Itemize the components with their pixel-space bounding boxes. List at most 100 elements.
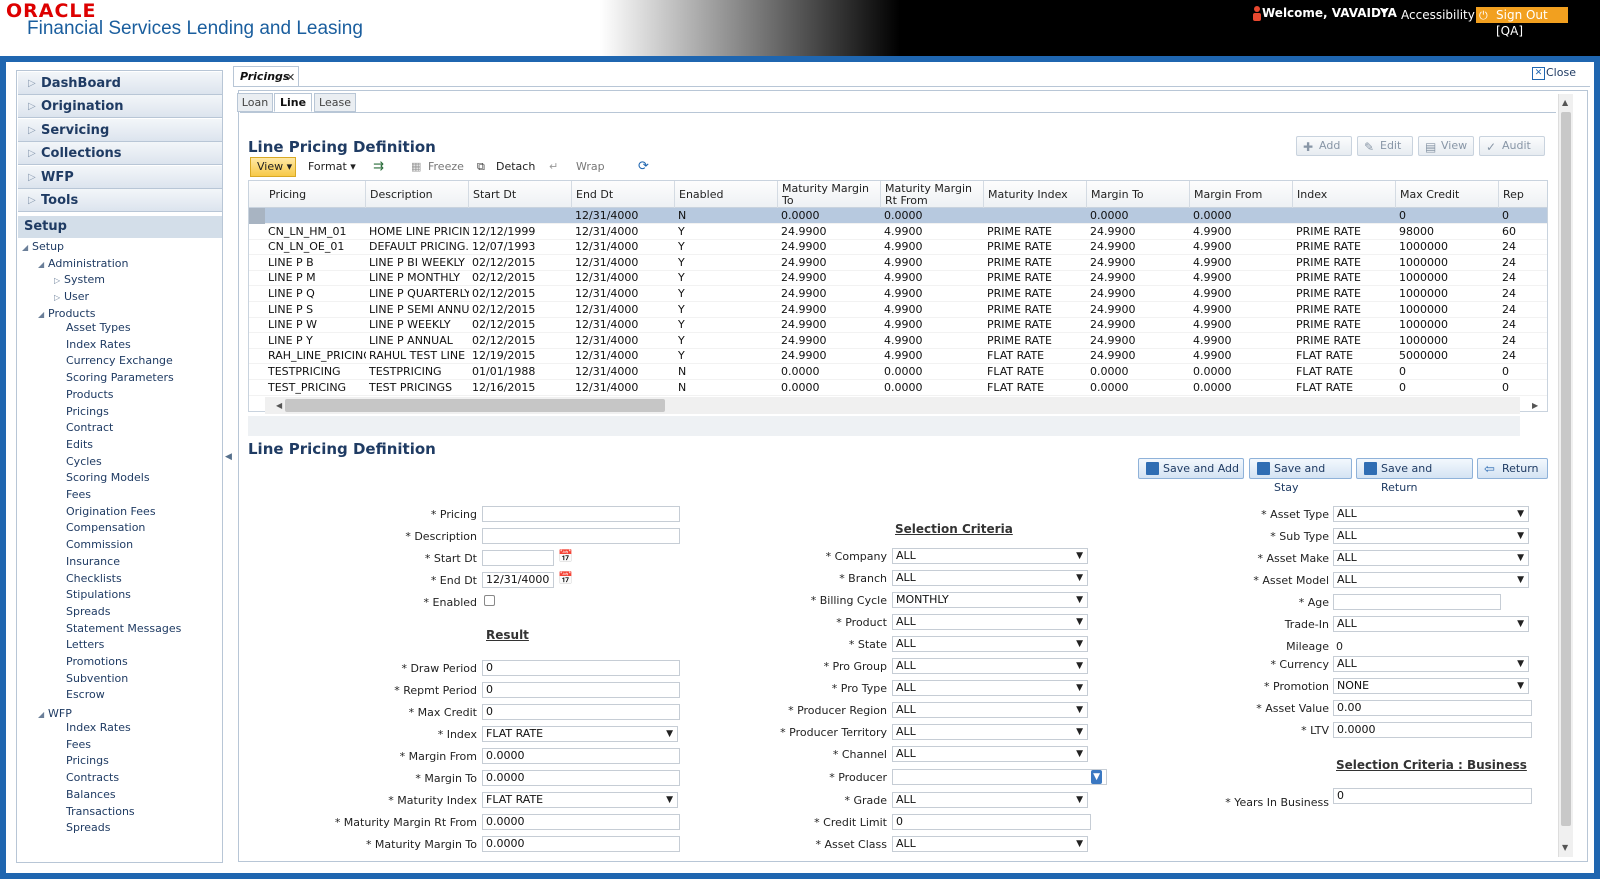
tree-product-item[interactable]: Checklists — [66, 572, 122, 585]
column-header[interactable]: Margin From — [1190, 181, 1293, 208]
column-header[interactable]: End Dt — [572, 181, 675, 208]
edit-button[interactable]: ✎ Edit — [1357, 136, 1413, 156]
tree-system[interactable]: ▷ System — [54, 273, 105, 286]
draw-period-input[interactable]: 0 — [482, 660, 680, 676]
margin-to-input[interactable]: 0.0000 — [482, 770, 680, 786]
tree-product-item[interactable]: Letters — [66, 638, 104, 651]
view-button[interactable]: ▤ View — [1418, 136, 1474, 156]
tree-wfp-item[interactable]: Transactions — [66, 805, 135, 818]
table-row[interactable]: CN_LN_HM_01 HOME LINE PRICING 12/12/1999 12… — [249, 224, 1547, 240]
table-row[interactable]: LINE P Y LINE P ANNUAL 02/12/2015 12/31/400… — [249, 333, 1547, 349]
currency-select[interactable]: ALL ▼ — [1333, 656, 1529, 672]
asset-class-select[interactable]: ALL ▼ — [892, 836, 1088, 852]
branch-select[interactable]: ALL ▼ — [892, 570, 1088, 586]
table-row[interactable]: LINE P Q LINE P QUARTERLY 02/12/2015 12/31/… — [249, 286, 1547, 302]
column-header[interactable]: Enabled — [675, 181, 778, 208]
return-button[interactable]: ⇦ Return — [1477, 458, 1548, 479]
tree-wfp-item[interactable]: Contracts — [66, 771, 119, 784]
asset-type-select[interactable]: ALL ▼ — [1333, 506, 1529, 522]
chevron-down-icon[interactable]: ▾ — [1381, 6, 1386, 17]
tree-product-item[interactable]: Products — [66, 388, 114, 401]
product-select[interactable]: ALL ▼ — [892, 614, 1088, 630]
save-and-return-button[interactable]: Save and Return — [1356, 458, 1473, 494]
asset-value-input[interactable]: 0.00 — [1333, 700, 1532, 716]
column-header[interactable]: Maturity Margin To — [778, 181, 881, 208]
tree-wfp[interactable]: ◢ WFP — [38, 707, 72, 720]
detach-button[interactable]: Detach — [496, 160, 535, 173]
table-row[interactable]: LINE P B LINE P BI WEEKLY 02/12/2015 12/31/… — [249, 255, 1547, 271]
channel-select[interactable]: ALL ▼ — [892, 746, 1088, 762]
view-menu[interactable]: View ▾ — [250, 157, 296, 177]
collapse-nav-icon[interactable]: ◀ — [225, 452, 232, 462]
margin-from-input[interactable]: 0.0000 — [482, 748, 680, 764]
maturity-margin-to-input[interactable]: 0.0000 — [482, 836, 680, 852]
start-dt-input[interactable] — [482, 550, 554, 566]
table-row[interactable]: 12/31/4000 N 0.0000 0.0000 0.0000 0.0000 0 0 — [249, 208, 1547, 224]
calendar-icon[interactable]: 📅 — [558, 571, 574, 587]
asset-make-select[interactable]: ALL ▼ — [1333, 550, 1529, 566]
scroll-right-icon[interactable]: ▶ — [1532, 401, 1538, 410]
column-header[interactable]: Maturity Index — [984, 181, 1087, 208]
export-icon[interactable]: ⇉ — [373, 159, 384, 174]
nav-collections[interactable]: ▷ Collections — [18, 142, 222, 165]
close-button[interactable]: Close — [1546, 66, 1576, 79]
pro-group-select[interactable]: ALL ▼ — [892, 658, 1088, 674]
column-header[interactable]: Maturity Margin Rt From — [881, 181, 984, 208]
accessibility-link[interactable]: Accessibility — [1401, 8, 1475, 22]
pro-type-select[interactable]: ALL ▼ — [892, 680, 1088, 696]
tree-product-item[interactable]: Origination Fees — [66, 505, 156, 518]
grade-select[interactable]: ALL ▼ — [892, 792, 1088, 808]
end-dt-input[interactable]: 12/31/4000 — [482, 572, 554, 588]
table-row[interactable]: LINE P W LINE P WEEKLY 02/12/2015 12/31/400… — [249, 317, 1547, 334]
audit-button[interactable]: ✓ Audit — [1479, 136, 1545, 156]
close-tab-icon[interactable]: ✕ — [286, 71, 295, 84]
tree-product-item[interactable]: Stipulations — [66, 588, 131, 601]
maturity-margin-rt-from-input[interactable]: 0.0000 — [482, 814, 680, 830]
tree-setup[interactable]: ◢ Setup — [22, 240, 64, 253]
nav-dashboard[interactable]: ▷ DashBoard — [18, 72, 222, 95]
format-menu[interactable]: Format ▾ — [308, 160, 356, 173]
calendar-icon[interactable]: 📅 — [558, 549, 574, 565]
table-row[interactable]: CN_LN_OE_01 DEFAULT PRICING... 12/07/1993 1… — [249, 239, 1547, 256]
tree-product-item[interactable]: Insurance — [66, 555, 120, 568]
add-button[interactable]: ✚ Add — [1296, 136, 1352, 156]
tree-product-item[interactable]: Contract — [66, 421, 113, 434]
tree-wfp-item[interactable]: Spreads — [66, 821, 110, 834]
tree-product-item[interactable]: Scoring Models — [66, 471, 150, 484]
enabled-checkbox[interactable] — [484, 595, 495, 606]
freeze-button[interactable]: Freeze — [428, 160, 464, 173]
ltv-input[interactable]: 0.0000 — [1333, 722, 1532, 738]
nav-setup[interactable]: Setup — [18, 216, 222, 238]
column-header[interactable]: Index — [1293, 181, 1396, 208]
state-select[interactable]: ALL ▼ — [892, 636, 1088, 652]
tree-product-item[interactable]: Commission — [66, 538, 133, 551]
tree-wfp-item[interactable]: Fees — [66, 738, 91, 751]
sub-type-select[interactable]: ALL ▼ — [1333, 528, 1529, 544]
tree-product-item[interactable]: Escrow — [66, 688, 105, 701]
trade-in-select[interactable]: ALL ▼ — [1333, 616, 1529, 632]
repmt-period-input[interactable]: 0 — [482, 682, 680, 698]
scroll-up-icon[interactable]: ▲ — [1562, 98, 1568, 107]
table-row[interactable]: LINE P M LINE P MONTHLY 02/12/2015 12/31/40… — [249, 270, 1547, 287]
tree-product-item[interactable]: Currency Exchange — [66, 354, 173, 367]
tree-product-item[interactable]: Compensation — [66, 521, 145, 534]
table-row[interactable]: TEST_PRICING TEST PRICINGS 12/16/2015 12/31… — [249, 380, 1547, 396]
producer-select[interactable]: ▼ — [892, 769, 1107, 785]
company-select[interactable]: ALL ▼ — [892, 548, 1088, 564]
description-input[interactable] — [482, 528, 680, 544]
years-in-business-input[interactable]: 0 — [1333, 788, 1532, 804]
scrollbar-thumb[interactable] — [1561, 112, 1571, 826]
max-credit-input[interactable]: 0 — [482, 704, 680, 720]
tree-wfp-item[interactable]: Pricings — [66, 754, 109, 767]
table-row[interactable]: LINE P S LINE P SEMI ANNU... 02/12/2015 12/… — [249, 302, 1547, 318]
tab-loan[interactable]: Loan — [237, 93, 273, 112]
column-header[interactable]: Description — [366, 181, 469, 208]
tree-product-item[interactable]: Cycles — [66, 455, 102, 468]
refresh-icon[interactable]: ⟳ — [638, 159, 649, 174]
nav-servicing[interactable]: ▷ Servicing — [18, 119, 222, 142]
tree-wfp-item[interactable]: Balances — [66, 788, 116, 801]
tree-product-item[interactable]: Asset Types — [66, 321, 131, 334]
nav-wfp[interactable]: ▷ WFP — [18, 166, 222, 189]
column-header[interactable]: Pricing — [265, 181, 366, 208]
column-header[interactable]: Margin To — [1087, 181, 1190, 208]
